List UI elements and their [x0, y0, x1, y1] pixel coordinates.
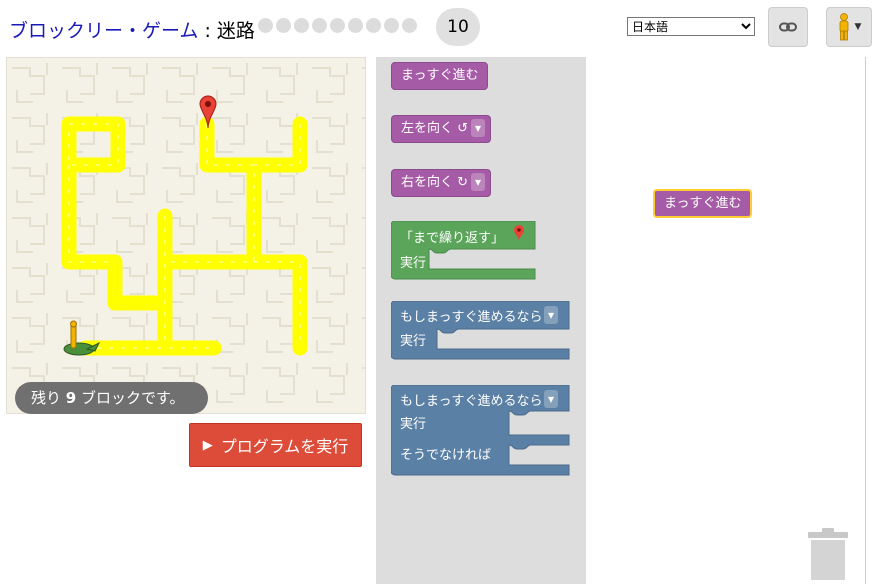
block-label: まっすぐ進む — [664, 196, 742, 211]
chevron-down-icon[interactable]: ▾ — [471, 119, 486, 137]
capacity-count: 9 — [65, 389, 77, 407]
block-toolbox: まっすぐ進む 左を向く ↺▾ 右を向く ↻▾ 「まで繰り返す」 実行 もしま — [376, 57, 586, 584]
block-workspace[interactable]: まっすぐ進む — [586, 57, 866, 584]
chevron-down-icon[interactable]: ▾ — [544, 390, 559, 408]
capacity-suffix: ブロックです。 — [76, 389, 185, 407]
repeat-label: 「まで繰り返す」 — [400, 231, 505, 246]
maze-display — [6, 57, 366, 414]
chevron-down-icon[interactable]: ▾ — [544, 306, 559, 324]
turn-right-block[interactable]: 右を向く ↻ ▾ — [391, 169, 492, 197]
workspace-scrollbar[interactable] — [866, 57, 880, 584]
if-else-block[interactable]: もしまっすぐ進めるなら ▾ 実行 そうでなければ — [391, 385, 571, 477]
move-forward-block[interactable]: まっすぐ進む — [391, 62, 489, 90]
chevron-down-icon: ▼ — [854, 22, 862, 32]
block-label: 左を向く ↺ — [401, 121, 469, 136]
level-selector — [258, 18, 417, 33]
level-dot[interactable] — [330, 18, 345, 33]
title-separator: : — [198, 20, 217, 42]
level-dot[interactable] — [348, 18, 363, 33]
block-label: まっすぐ進む — [401, 68, 479, 83]
capacity-prefix: 残り — [31, 389, 66, 407]
else-label: そうでなければ — [400, 448, 492, 463]
level-dot[interactable] — [294, 18, 309, 33]
pegman-icon — [839, 13, 848, 41]
pegman-button[interactable]: ▼ — [826, 7, 872, 47]
level-dot[interactable] — [384, 18, 399, 33]
header: ブロックリー・ゲーム : 迷路 10 日本語 ▼ — [0, 0, 880, 56]
app-title-link[interactable]: ブロックリー・ゲーム — [9, 20, 198, 42]
goal-marker-icon — [514, 225, 524, 241]
turn-left-block[interactable]: 左を向く ↺ ▾ — [391, 115, 492, 143]
run-button-label: プログラムを実行 — [220, 437, 349, 456]
block-label: 右を向く ↻ — [401, 175, 469, 190]
level-dot[interactable] — [312, 18, 327, 33]
run-program-button[interactable]: ▶ プログラムを実行 — [189, 423, 362, 467]
current-level-badge[interactable]: 10 — [436, 8, 480, 46]
do-label: 実行 — [400, 334, 427, 349]
game-title: 迷路 — [216, 20, 255, 42]
if-path-block[interactable]: もしまっすぐ進めるなら ▾ 実行 — [391, 301, 571, 361]
capacity-bubble: 残り 9 ブロックです。 — [15, 382, 208, 414]
page-title: ブロックリー・ゲーム : 迷路 — [9, 16, 255, 43]
do-label: 実行 — [400, 417, 427, 432]
level-dot[interactable] — [276, 18, 291, 33]
if-path-label: もしまっすぐ進めるなら — [400, 310, 543, 325]
play-icon: ▶ — [202, 437, 213, 453]
language-select[interactable]: 日本語 — [627, 17, 755, 36]
link-button[interactable] — [768, 7, 808, 47]
app-root: ブロックリー・ゲーム : 迷路 10 日本語 ▼ 残り 9 ブロックです。 ▶ … — [0, 0, 880, 584]
if-else-path-label: もしまっすぐ進めるなら — [400, 394, 543, 409]
level-dot[interactable] — [402, 18, 417, 33]
chevron-down-icon[interactable]: ▾ — [471, 173, 486, 191]
link-icon — [779, 22, 797, 32]
level-dot[interactable] — [366, 18, 381, 33]
maze-svg — [7, 58, 365, 413]
repeat-until-block[interactable]: 「まで繰り返す」 実行 — [391, 221, 537, 281]
do-label: 実行 — [400, 256, 427, 271]
placed-move-forward-block[interactable]: まっすぐ進む — [653, 189, 753, 218]
level-dot[interactable] — [258, 18, 273, 33]
trash-can-icon[interactable] — [806, 526, 850, 580]
